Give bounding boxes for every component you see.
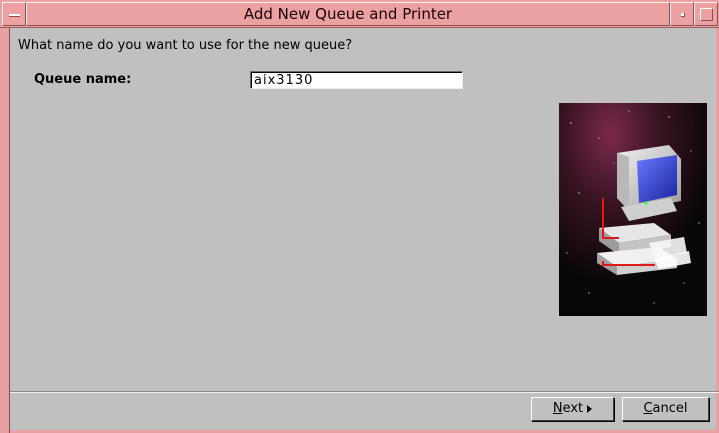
queue-name-label: Queue name: — [34, 72, 132, 87]
next-button[interactable]: Next — [531, 397, 614, 421]
maximize-button[interactable] — [694, 2, 718, 26]
window-menu-icon — [9, 14, 20, 16]
maximize-icon — [700, 8, 713, 21]
next-mnemonic: N — [552, 401, 563, 416]
printer-computer-illustration — [559, 103, 707, 316]
queue-name-prompt: What name do you want to use for the new… — [18, 38, 353, 53]
queue-name-input[interactable] — [250, 71, 463, 89]
button-area-divider — [10, 391, 719, 393]
cancel-mnemonic: C — [643, 401, 653, 416]
minimize-button[interactable] — [670, 2, 694, 26]
cancel-label: ancel — [652, 401, 688, 416]
window-menu-button[interactable] — [2, 2, 26, 26]
window-left-frame[interactable] — [0, 0, 10, 433]
right-arrow-icon — [587, 404, 593, 413]
cancel-button[interactable]: Cancel — [622, 397, 709, 421]
title-bar[interactable]: Add New Queue and Printer — [0, 0, 719, 28]
dialog-window: Add New Queue and Printer What name do y… — [0, 0, 719, 433]
next-label: ext — [562, 401, 584, 416]
window-title[interactable]: Add New Queue and Printer — [26, 2, 670, 26]
minimize-icon — [681, 13, 685, 17]
